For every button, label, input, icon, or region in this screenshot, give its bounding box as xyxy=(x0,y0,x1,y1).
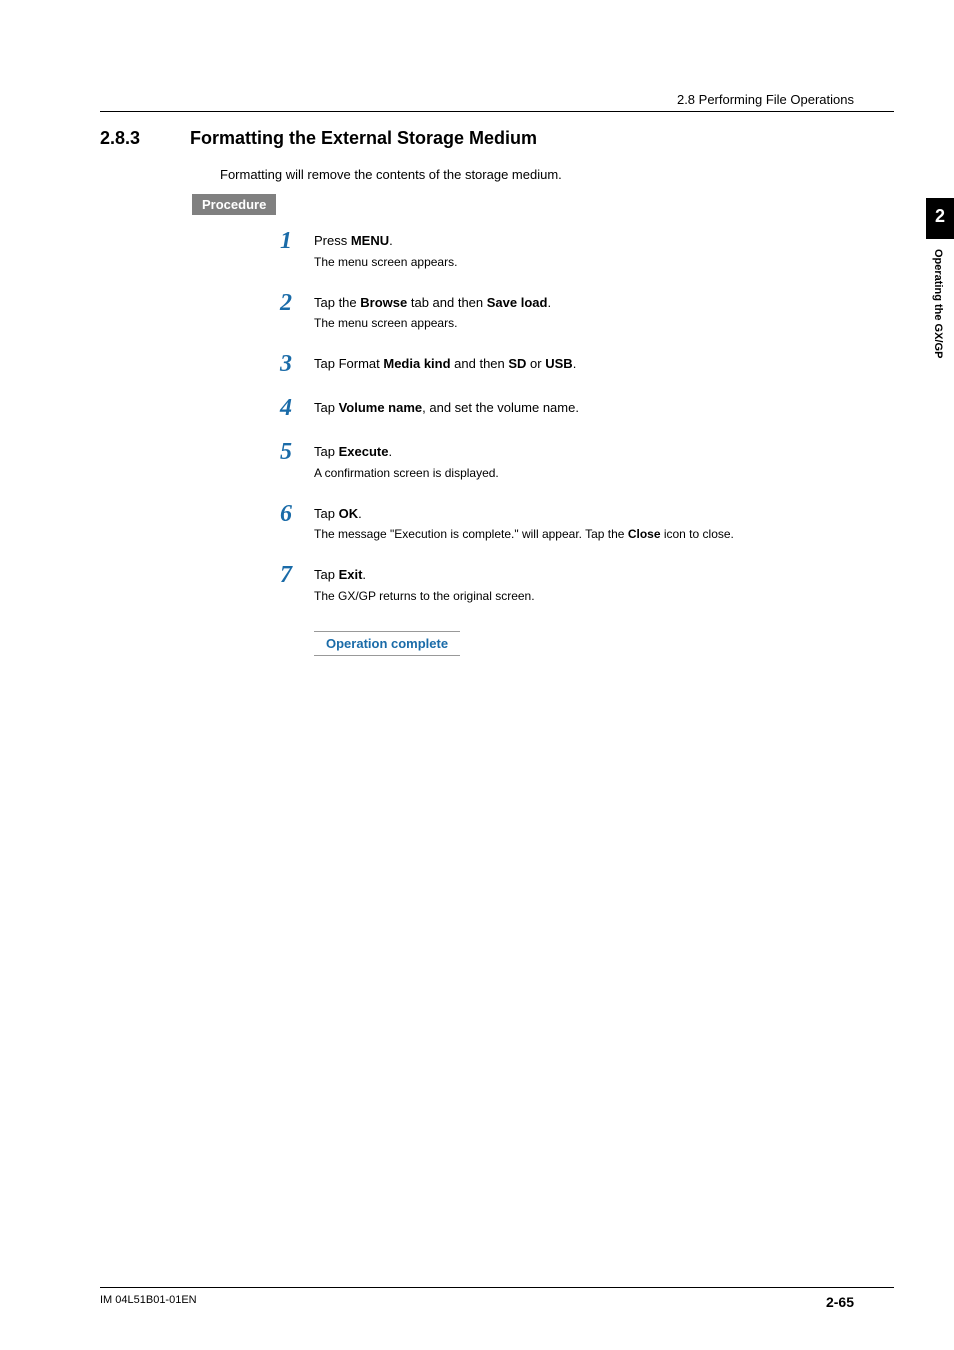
procedure-step: 1 Press MENU. The menu screen appears. xyxy=(270,229,844,271)
content-area: 2.8.3 Formatting the External Storage Me… xyxy=(100,128,894,656)
operation-complete-label: Operation complete xyxy=(314,631,460,656)
step-number: 1 xyxy=(270,229,292,253)
step-number: 2 xyxy=(270,291,292,315)
page-footer: IM 04L51B01-01EN 2-65 xyxy=(100,1287,894,1310)
procedure-step: 6 Tap OK.The message "Execution is comple… xyxy=(270,502,844,544)
procedure-step: 3 Tap Format Media kind and then SD or US… xyxy=(270,352,844,376)
step-body: Press MENU. The menu screen appears. xyxy=(314,229,457,271)
procedure-label: Procedure xyxy=(192,194,276,215)
header-breadcrumb: 2.8 Performing File Operations xyxy=(100,92,894,107)
footer-doc-id: IM 04L51B01-01EN xyxy=(100,1294,197,1310)
header-rule: 2.8 Performing File Operations xyxy=(100,92,894,112)
step-number: 6 xyxy=(270,502,292,526)
step-number: 3 xyxy=(270,352,292,376)
step-body: Tap Exit. The GX/GP returns to the origin… xyxy=(314,563,535,605)
step-sub-text: The menu screen appears. xyxy=(314,314,551,332)
procedure-step: 2 Tap the Browse tab and then Save load.T… xyxy=(270,291,844,333)
chapter-tab-number: 2 xyxy=(926,198,954,239)
procedure-step: 5 Tap Execute. A confirmation screen is di… xyxy=(270,440,844,482)
section-heading: 2.8.3 Formatting the External Storage Me… xyxy=(100,128,844,149)
step-number: 7 xyxy=(270,563,292,587)
step-main-text: Tap Execute. xyxy=(314,442,499,462)
step-body: Tap Volume name, and set the volume name… xyxy=(314,396,579,418)
step-body: Tap Format Media kind and then SD or USB… xyxy=(314,352,576,374)
steps-list: 1 Press MENU. The menu screen appears. 2 Tap… xyxy=(270,229,844,605)
footer-page-number: 2-65 xyxy=(826,1294,894,1310)
procedure-step: 4 Tap Volume name, and set the volume nam… xyxy=(270,396,844,420)
step-body: Tap Execute. A confirmation screen is dis… xyxy=(314,440,499,482)
page-container: 2.8 Performing File Operations 2.8.3 For… xyxy=(0,0,954,1350)
step-sub-text: The GX/GP returns to the original screen… xyxy=(314,587,535,605)
step-main-text: Tap OK. xyxy=(314,504,734,524)
step-body: Tap OK.The message "Execution is complet… xyxy=(314,502,734,544)
step-sub-text: The message "Execution is complete." wil… xyxy=(314,525,734,543)
step-main-text: Tap Exit. xyxy=(314,565,535,585)
section-title: Formatting the External Storage Medium xyxy=(190,128,537,149)
step-body: Tap the Browse tab and then Save load.Th… xyxy=(314,291,551,333)
step-number: 4 xyxy=(270,396,292,420)
step-sub-text: The menu screen appears. xyxy=(314,253,457,271)
step-sub-text: A confirmation screen is displayed. xyxy=(314,464,499,482)
step-main-text: Tap the Browse tab and then Save load. xyxy=(314,293,551,313)
procedure-step: 7 Tap Exit. The GX/GP returns to the origi… xyxy=(270,563,844,605)
section-number: 2.8.3 xyxy=(100,128,172,149)
section-intro: Formatting will remove the contents of t… xyxy=(220,167,844,182)
chapter-tab: 2 Operating the GX/GP xyxy=(926,198,954,368)
step-main-text: Tap Volume name, and set the volume name… xyxy=(314,398,579,418)
step-main-text: Tap Format Media kind and then SD or USB… xyxy=(314,354,576,374)
step-main-text: Press MENU. xyxy=(314,231,457,251)
chapter-tab-title: Operating the GX/GP xyxy=(926,239,950,368)
step-number: 5 xyxy=(270,440,292,464)
